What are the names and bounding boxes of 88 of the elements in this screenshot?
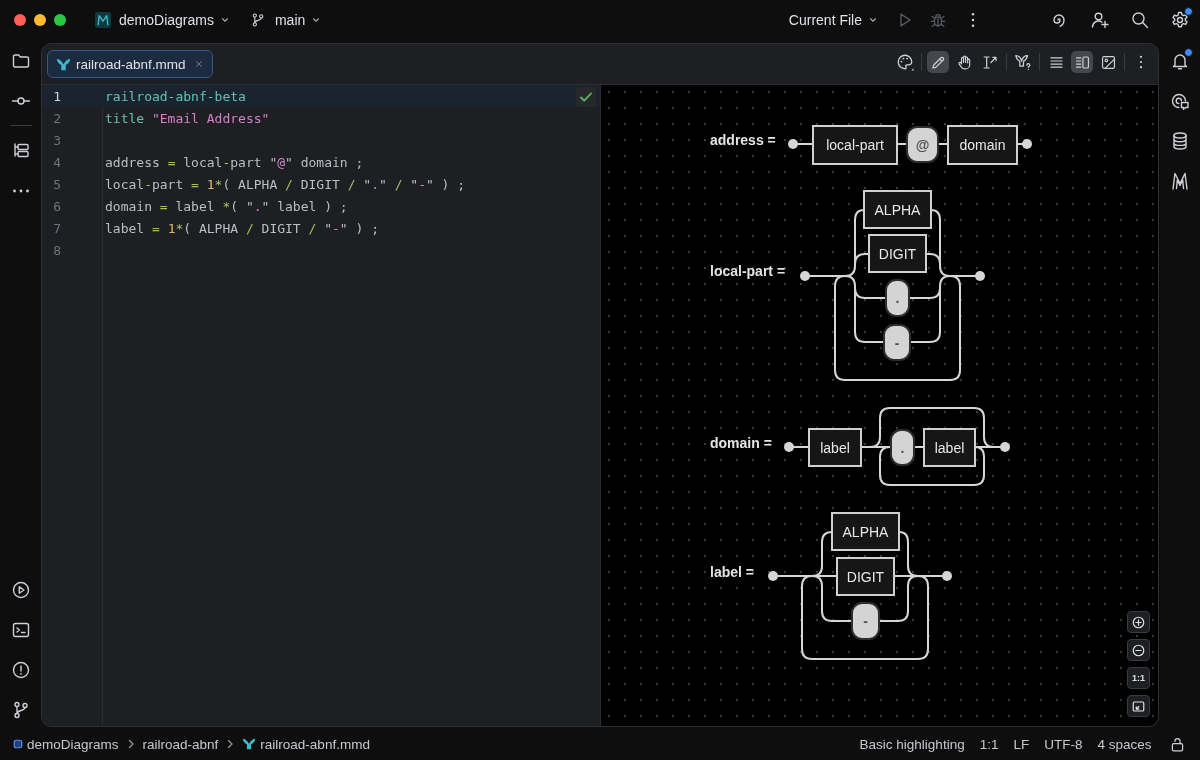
image-icon xyxy=(1099,53,1117,71)
zoom-in-button[interactable] xyxy=(1127,611,1150,633)
terminal-node: . xyxy=(885,279,910,317)
add-user-icon[interactable] xyxy=(1090,10,1110,30)
nonterminal-node: label xyxy=(923,428,976,467)
code-line: title "Email Address" xyxy=(105,110,270,126)
settings-icon[interactable] xyxy=(1170,10,1190,30)
actual-size-button[interactable]: 1:1 xyxy=(1127,667,1150,689)
fit-to-screen-button[interactable] xyxy=(1127,695,1150,717)
draw-tool-button[interactable] xyxy=(927,51,949,73)
encoding-button[interactable]: UTF-8 xyxy=(1036,736,1090,752)
nonterminal-node: ALPHA xyxy=(863,190,932,229)
nonterminal-node: local-part xyxy=(812,125,898,165)
spiral-chat-icon[interactable] xyxy=(1169,91,1190,111)
start-dot-icon xyxy=(784,442,794,452)
check-icon[interactable] xyxy=(576,87,596,107)
minimize-window-icon[interactable] xyxy=(34,14,46,26)
start-dot-icon xyxy=(768,571,778,581)
nonterminal-node: label xyxy=(808,428,862,467)
zoom-out-icon xyxy=(1131,642,1146,658)
nonterminal-node: DIGIT xyxy=(836,557,895,596)
editor-tab[interactable]: railroad-abnf.mmd xyxy=(47,50,213,78)
terminal-node: . xyxy=(890,429,915,466)
project-menu-button[interactable]: demoDiagrams xyxy=(119,12,230,28)
rule-name: domain = xyxy=(710,435,772,451)
fin-icon xyxy=(56,56,71,72)
chevron-down-icon xyxy=(219,15,230,25)
rule-name: address = xyxy=(710,132,776,148)
zoom-out-button[interactable] xyxy=(1127,639,1150,661)
code-line: railroad-abnf-beta xyxy=(105,88,246,104)
folder-icon[interactable] xyxy=(10,51,31,71)
terminal-icon[interactable] xyxy=(10,620,31,640)
line-number: 6 xyxy=(52,198,61,214)
terminal-node: @ xyxy=(906,126,939,163)
line-number: 3 xyxy=(52,132,61,148)
fin-icon xyxy=(242,737,257,751)
line-number: 2 xyxy=(52,110,61,126)
chevron-down-icon xyxy=(311,15,322,25)
highlighting-level-button[interactable]: Basic highlighting xyxy=(852,736,973,752)
code-line: address = local-part "@" domain ; xyxy=(105,154,364,170)
logo-icon[interactable] xyxy=(1169,171,1190,191)
rule-name: label = xyxy=(710,564,754,580)
line-number: 5 xyxy=(52,176,61,192)
zoom-in-icon xyxy=(1131,614,1146,630)
terminal-node: - xyxy=(883,324,911,361)
exclamation-circle-icon[interactable] xyxy=(10,660,31,680)
end-dot-icon xyxy=(1000,442,1010,452)
split-view-button[interactable] xyxy=(1071,51,1093,73)
palette-icon[interactable] xyxy=(896,53,914,71)
maximize-window-icon[interactable] xyxy=(54,14,66,26)
play-circle-icon[interactable] xyxy=(10,580,31,600)
fit-screen-icon xyxy=(1131,698,1146,714)
terminal-node: - xyxy=(851,602,880,640)
line-number: 4 xyxy=(52,154,61,170)
fin-question-icon[interactable] xyxy=(1014,53,1032,71)
close-icon[interactable] xyxy=(193,59,204,69)
chevron-down-icon xyxy=(868,15,878,25)
split-view-icon xyxy=(1073,53,1091,71)
end-dot-icon xyxy=(942,571,952,581)
nonterminal-node: ALPHA xyxy=(831,512,900,551)
indentation-button[interactable]: 4 spaces xyxy=(1089,736,1159,752)
breadcrumb-item[interactable]: demoDiagrams xyxy=(13,736,119,752)
caret-position-button[interactable]: 1:1 xyxy=(972,736,1006,752)
rule-name: local-part = xyxy=(710,263,786,279)
line-number: 1 xyxy=(52,88,61,104)
open-padlock-icon[interactable] xyxy=(1169,735,1186,753)
breadcrumb-item[interactable]: railroad-abnf xyxy=(142,736,219,752)
hand-icon xyxy=(955,53,973,71)
start-dot-icon xyxy=(800,271,810,281)
code-line: label = 1*( ALPHA / DIGIT / "-" ) ; xyxy=(105,220,379,236)
run-configuration-button[interactable]: Current File xyxy=(788,12,878,28)
nonterminal-node: domain xyxy=(947,125,1018,165)
code-line: local-part = 1*( ALPHA / DIGIT / "." / "-" ) ; xyxy=(105,176,466,192)
text-cursor-icon xyxy=(981,53,999,71)
code-line: domain = label *( "." label ) ; xyxy=(105,198,348,214)
close-window-icon[interactable] xyxy=(14,14,26,26)
start-dot-icon xyxy=(788,139,798,149)
end-dot-icon xyxy=(1022,139,1032,149)
project-logo-icon[interactable] xyxy=(95,12,111,28)
end-dot-icon xyxy=(975,271,985,281)
breadcrumb-item[interactable]: railroad-abnf.mmd xyxy=(242,736,370,752)
nonterminal-node: DIGIT xyxy=(868,234,927,273)
line-number: 8 xyxy=(52,242,61,258)
search-icon[interactable] xyxy=(1130,10,1150,30)
branch-menu-button[interactable]: main xyxy=(249,12,322,28)
line-ending-button[interactable]: LF xyxy=(1005,736,1037,752)
square-icon xyxy=(13,739,23,749)
line-number: 7 xyxy=(52,220,61,236)
